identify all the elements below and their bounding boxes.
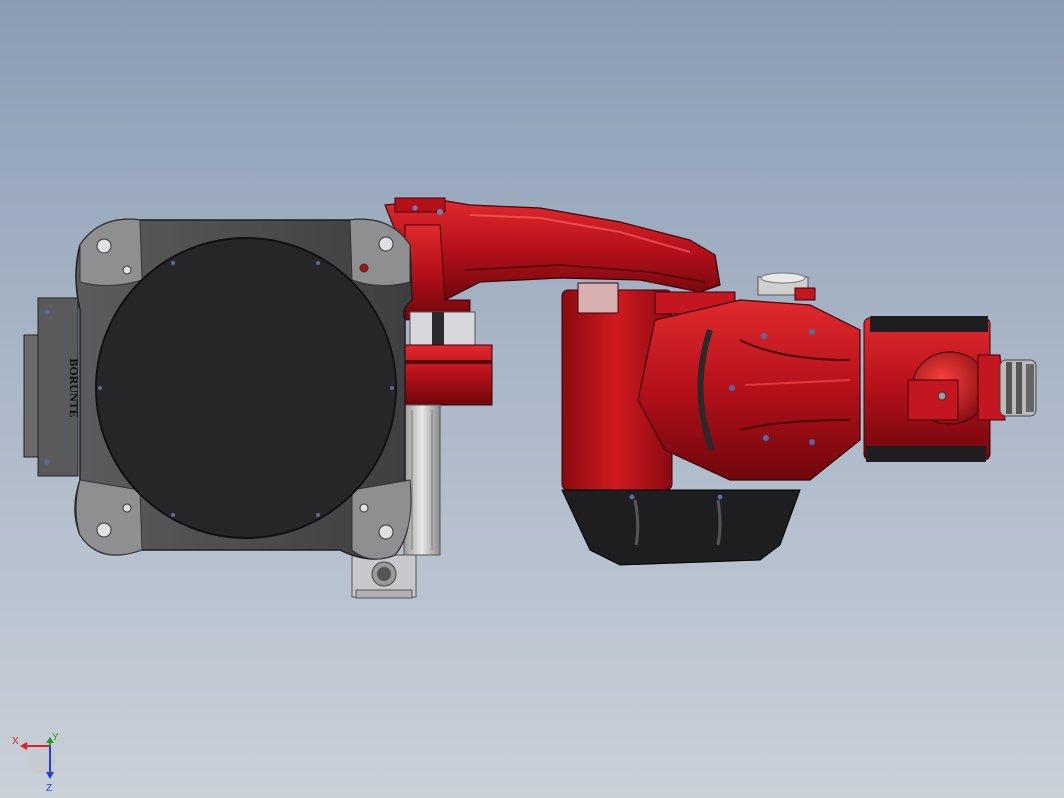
cad-viewport[interactable]: BORUNTE X Y Z <box>0 0 1064 798</box>
triad-z-label: Z <box>46 783 52 794</box>
triad-y-label: Y <box>52 732 59 743</box>
wrist <box>863 316 1037 462</box>
coordinate-triad: X Y Z <box>12 732 59 794</box>
triad-x-label: X <box>12 736 19 747</box>
base-plate <box>23 218 413 560</box>
brand-label: BORUNTE <box>67 358 81 417</box>
